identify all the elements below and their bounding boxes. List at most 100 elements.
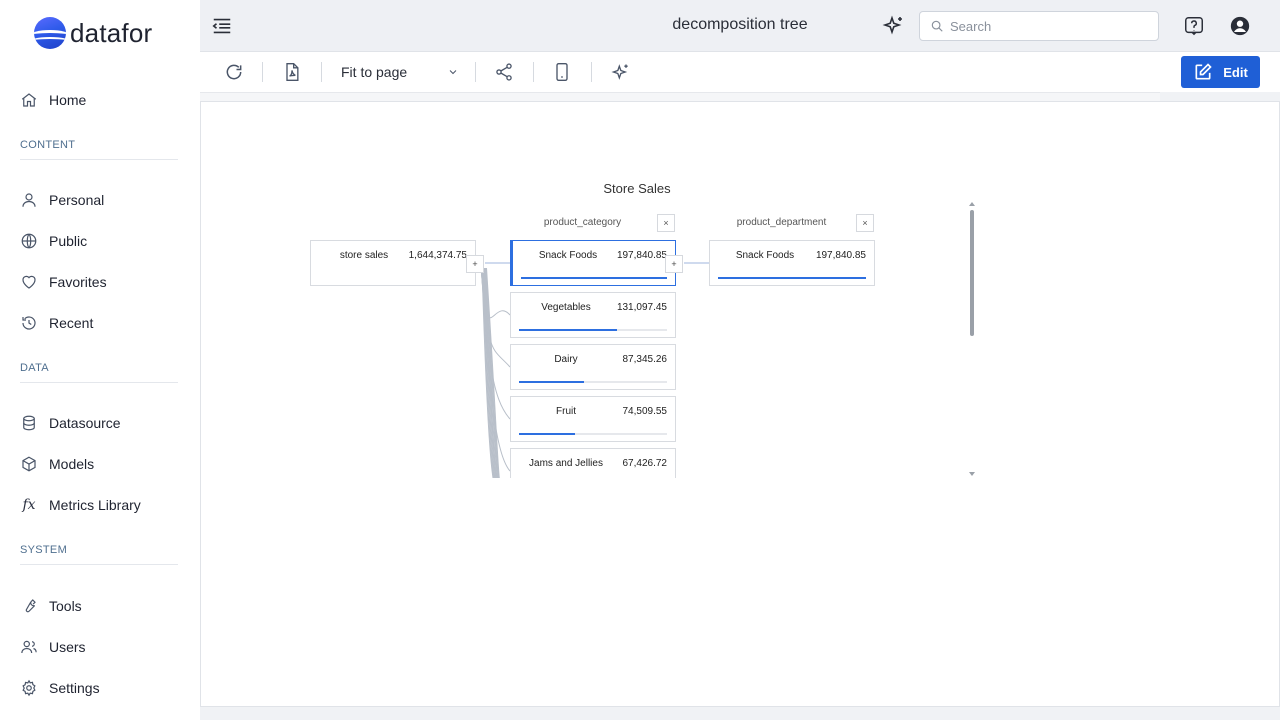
node-dairy[interactable]: Dairy 87,345.26 [510, 344, 676, 390]
sidebar-item-label: Favorites [49, 274, 107, 290]
sidebar-item-favorites[interactable]: Favorites [20, 271, 107, 293]
sidebar-item-home[interactable]: Home [20, 89, 86, 111]
top-bar: decomposition tree [200, 0, 1280, 52]
edit-button[interactable]: Edit [1181, 56, 1260, 88]
menu-collapse-icon[interactable] [211, 15, 233, 37]
share-bar-track [519, 329, 667, 331]
sidebar-item-label: Settings [49, 680, 100, 696]
edit-icon [1195, 63, 1212, 80]
node-fruit[interactable]: Fruit 74,509.55 [510, 396, 676, 442]
edit-button-label: Edit [1223, 64, 1248, 80]
node-vegetables[interactable]: Vegetables 131,097.45 [510, 292, 676, 338]
report-toolbar: Fit to page Edit [200, 52, 1280, 92]
node-label: Snack Foods [538, 250, 598, 261]
share-bar-fill [519, 329, 618, 331]
node-snack-foods[interactable]: Snack Foods 197,840.85 [510, 240, 676, 286]
node-value: 131,097.45 [616, 302, 667, 313]
heart-icon [20, 273, 38, 291]
node-jams-and-jellies[interactable]: Jams and Jellies 67,426.72 [510, 448, 676, 478]
page-title: decomposition tree [672, 16, 808, 33]
node-value: 1,644,374.75 [408, 250, 467, 261]
pdf-export-icon[interactable] [282, 62, 302, 82]
share-bar-fill [519, 433, 575, 435]
home-icon [20, 91, 38, 109]
sidebar-item-tools[interactable]: Tools [20, 595, 82, 617]
sidebar-item-label: Personal [49, 192, 105, 208]
database-icon [20, 414, 38, 432]
toolbar-divider [475, 62, 476, 82]
brand-name: datafor [70, 17, 153, 48]
sidebar-item-users[interactable]: Users [20, 636, 86, 658]
wrench-icon [20, 597, 38, 615]
sidebar-item-label: Home [49, 92, 87, 108]
globe-icon [20, 232, 38, 250]
share-bar-fill [519, 381, 585, 383]
toolbar-divider [591, 62, 592, 82]
section-data: DATA [20, 362, 178, 383]
search-box[interactable] [919, 11, 1159, 41]
datafor-logo-icon [34, 17, 66, 49]
node-value: 197,840.85 [815, 250, 866, 261]
node-snack-foods[interactable]: Snack Foods 197,840.85 [709, 240, 875, 286]
node-value: 74,509.55 [622, 406, 668, 417]
sidebar-item-public[interactable]: Public [20, 230, 87, 252]
toolbar-divider [533, 62, 534, 82]
refresh-icon[interactable] [224, 62, 244, 82]
fit-to-page-select[interactable]: Fit to page [341, 61, 459, 83]
sidebar-item-label: Users [49, 639, 86, 655]
toolbar-divider [321, 62, 322, 82]
section-system: SYSTEM [20, 544, 178, 565]
section-content: CONTENT [20, 139, 178, 160]
node-label: store sales [339, 250, 389, 261]
share-bar-track [521, 277, 667, 279]
search-input[interactable] [950, 18, 1150, 34]
node-value: 67,426.72 [622, 458, 668, 469]
remove-level-button[interactable]: × [657, 214, 675, 232]
sidebar-item-recent[interactable]: Recent [20, 312, 93, 334]
expand-snack-foods-button[interactable]: + [665, 255, 683, 273]
help-icon[interactable] [1183, 15, 1205, 37]
logo[interactable]: datafor [34, 17, 152, 49]
ai-insights-icon[interactable] [611, 62, 631, 82]
node-label: Vegetables [541, 302, 591, 313]
share-icon[interactable] [494, 62, 514, 82]
canvas-top-strip [200, 92, 1160, 101]
scroll-up-arrow[interactable] [969, 202, 975, 206]
sidebar-item-label: Tools [49, 598, 82, 614]
sidebar-item-label: Recent [49, 315, 94, 331]
mobile-view-icon[interactable] [552, 62, 572, 82]
level-header-product-department: product_department [736, 217, 827, 228]
share-bar-fill [718, 277, 866, 279]
root-node[interactable]: store sales 1,644,374.75 [310, 240, 476, 286]
user-icon [20, 191, 38, 209]
cube-icon [20, 455, 38, 473]
node-label: Dairy [554, 354, 578, 365]
node-value: 87,345.26 [622, 354, 668, 365]
decomposition-tree: store sales 1,644,374.75 + Snack Foods 19… [300, 238, 960, 478]
remove-level-button[interactable]: × [856, 214, 874, 232]
sidebar-item-models[interactable]: Models [20, 453, 94, 475]
ai-sparkle-icon[interactable] [882, 14, 906, 38]
level-header-product-category: product_category [543, 217, 622, 228]
sidebar-item-metrics-library[interactable]: fx Metrics Library [20, 494, 141, 516]
sidebar-item-personal[interactable]: Personal [20, 189, 104, 211]
sidebar-item-label: Metrics Library [49, 497, 141, 513]
account-icon[interactable] [1229, 15, 1251, 37]
expand-root-button[interactable]: + [466, 255, 484, 273]
sidebar-item-label: Public [49, 233, 88, 249]
gear-icon [20, 679, 38, 697]
sidebar-item-settings[interactable]: Settings [20, 677, 100, 699]
scroll-down-arrow[interactable] [969, 472, 975, 476]
share-bar-fill [521, 277, 667, 279]
node-label: Snack Foods [735, 250, 795, 261]
chevron-down-icon [449, 70, 457, 75]
sidebar-item-label: Models [49, 456, 95, 472]
search-icon [931, 20, 943, 32]
scroll-thumb[interactable] [970, 210, 974, 336]
tree-scrollbar[interactable] [968, 202, 976, 478]
fit-select-value: Fit to page [341, 64, 408, 80]
visual-title: Store Sales [603, 181, 671, 196]
node-label: Jams and Jellies [529, 458, 603, 469]
sidebar-item-datasource[interactable]: Datasource [20, 412, 121, 434]
toolbar-divider [262, 62, 263, 82]
